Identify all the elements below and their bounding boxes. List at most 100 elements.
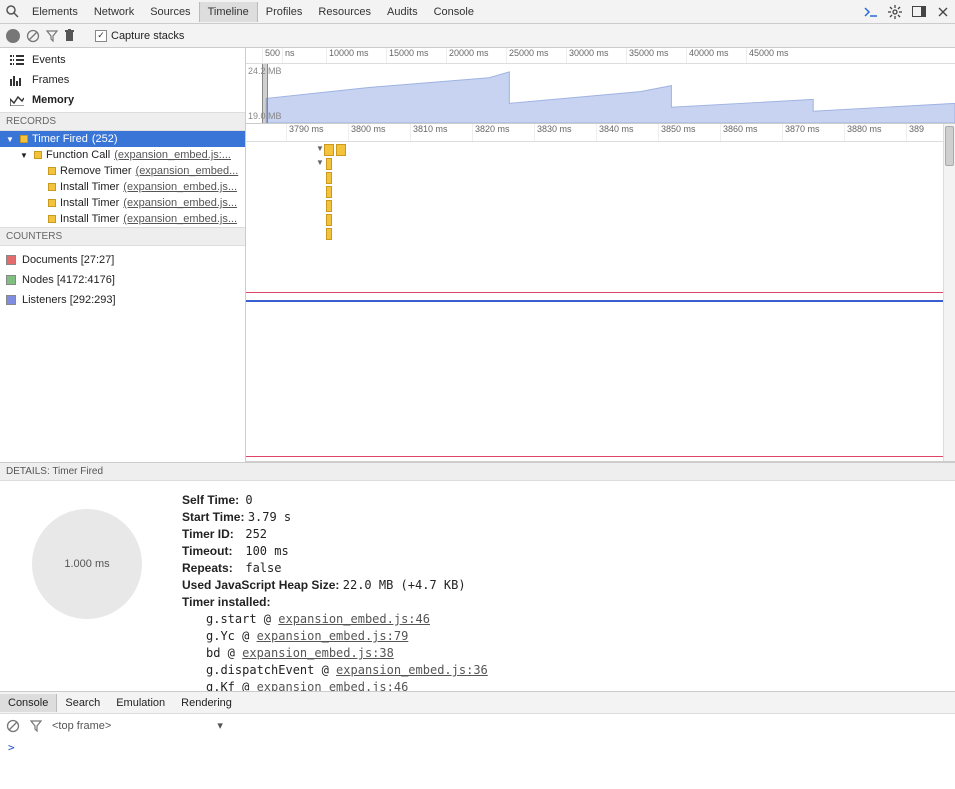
view-events[interactable]: Events [0, 50, 245, 70]
tab-network[interactable]: Network [86, 2, 142, 22]
stack-source-link[interactable]: expansion_embed.js:46 [257, 680, 409, 691]
start-time-label: Start Time: [182, 510, 244, 524]
details-header: DETAILS: Timer Fired [0, 463, 955, 481]
heap-label: Used JavaScript Heap Size: [182, 578, 339, 592]
record-label: Install Timer [60, 197, 119, 209]
overview-strip[interactable]: 500ns10000 ms15000 ms20000 ms25000 ms300… [246, 48, 955, 124]
record-button[interactable] [6, 29, 20, 43]
record-source-link[interactable]: (expansion_embed.js:... [114, 149, 231, 161]
counters-list: Documents [27:27] Nodes [4172:4176] Listen… [0, 246, 245, 314]
memory-view-icon [10, 95, 24, 106]
counter-swatch-icon [6, 255, 16, 265]
timer-id-label: Timer ID: [182, 527, 242, 541]
tab-resources[interactable]: Resources [310, 2, 379, 22]
record-row[interactable]: Install Timer (expansion_embed.js... [0, 195, 245, 211]
flame-ruler: 3790 ms3800 ms3810 ms3820 ms3830 ms3840 … [246, 124, 943, 142]
tab-console[interactable]: Console [426, 2, 482, 22]
counter-row[interactable]: Listeners [292:293] [6, 290, 239, 310]
record-row[interactable]: ▼Timer Fired (252) [0, 131, 245, 147]
stack-source-link[interactable]: expansion_embed.js:79 [257, 629, 409, 643]
drawer-tab-emulation[interactable]: Emulation [108, 694, 173, 712]
drawer-tab-search[interactable]: Search [57, 694, 108, 712]
record-row[interactable]: Remove Timer (expansion_embed... [0, 163, 245, 179]
tree-toggle-icon[interactable]: ▼ [20, 151, 30, 160]
garbage-collect-icon[interactable] [64, 29, 75, 42]
view-memory[interactable]: Memory [0, 90, 245, 110]
left-sidebar: EventsFramesMemory RECORDS ▼Timer Fired … [0, 48, 246, 462]
view-frames[interactable]: Frames [0, 70, 245, 90]
dock-side-icon[interactable] [907, 0, 931, 24]
filter-icon[interactable] [46, 30, 58, 42]
view-label: Events [32, 54, 66, 66]
counter-label: Nodes [4172:4176] [22, 274, 115, 286]
frames-view-icon [10, 75, 24, 86]
tab-sources[interactable]: Sources [142, 2, 198, 22]
frame-selector-label: <top frame> [52, 720, 111, 732]
memory-overview-chart: 24.2 MB 19.0 MB [246, 64, 955, 123]
counters-header: COUNTERS [0, 227, 245, 246]
clear-console-icon[interactable] [6, 719, 20, 733]
ruler-tick: 10000 ms [326, 48, 369, 63]
event-marker-icon [48, 215, 56, 223]
record-source-link[interactable]: (expansion_embed.js... [123, 181, 237, 193]
devtools-main-toolbar: ElementsNetworkSourcesTimelineProfilesRe… [0, 0, 955, 24]
timer-id-value: 252 [245, 527, 267, 541]
counter-row[interactable]: Nodes [4172:4176] [6, 270, 239, 290]
flame-chart[interactable]: ▼ ▼ [246, 142, 943, 461]
vertical-scrollbar[interactable] [943, 124, 955, 461]
clear-icon[interactable] [26, 29, 40, 43]
pie-label: 1.000 ms [64, 558, 109, 570]
close-icon[interactable] [931, 0, 955, 24]
search-icon[interactable] [0, 0, 24, 24]
ruler-tick: 40000 ms [686, 48, 729, 63]
ruler-tick: 3830 ms [534, 124, 572, 141]
console-toolbar: <top frame> ▾ [0, 713, 955, 737]
ruler-tick: 3850 ms [658, 124, 696, 141]
frame-selector[interactable]: <top frame> ▾ [52, 719, 223, 732]
ruler-tick: 389 [906, 124, 924, 141]
toggle-console-icon[interactable] [859, 0, 883, 24]
record-row[interactable]: ▼Function Call (expansion_embed.js:... [0, 147, 245, 163]
stack-frame: g.start @ expansion_embed.js:46 [206, 612, 488, 626]
tab-timeline[interactable]: Timeline [199, 2, 258, 22]
timeout-value: 100 ms [245, 544, 288, 558]
event-marker-icon [34, 151, 42, 159]
ruler-tick: 3820 ms [472, 124, 510, 141]
tab-profiles[interactable]: Profiles [258, 2, 311, 22]
tab-elements[interactable]: Elements [24, 2, 86, 22]
stack-source-link[interactable]: expansion_embed.js:36 [336, 663, 488, 677]
counter-row[interactable]: Documents [27:27] [6, 250, 239, 270]
record-source-link[interactable]: (expansion_embed... [136, 165, 239, 177]
record-row[interactable]: Install Timer (expansion_embed.js... [0, 211, 245, 227]
console-prompt[interactable]: > [0, 737, 955, 758]
overview-window-handle[interactable] [262, 64, 268, 123]
event-marker-icon [20, 135, 28, 143]
settings-gear-icon[interactable] [883, 0, 907, 24]
ruler-tick: 20000 ms [446, 48, 489, 63]
view-mode-list: Events FramesMemory [0, 48, 245, 112]
record-label: Remove Timer [60, 165, 132, 177]
tree-toggle-icon[interactable]: ▼ [6, 135, 16, 144]
ruler-tick: 3870 ms [782, 124, 820, 141]
drawer-tab-console[interactable]: Console [0, 694, 57, 712]
stack-source-link[interactable]: expansion_embed.js:38 [242, 646, 394, 660]
capture-stacks-checkbox[interactable]: ✓ Capture stacks [95, 30, 184, 42]
events-view-icon [10, 55, 24, 65]
repeats-value: false [245, 561, 281, 575]
record-source-link[interactable]: (expansion_embed.js... [123, 213, 237, 225]
self-time-label: Self Time: [182, 493, 242, 507]
console-filter-icon[interactable] [30, 720, 42, 732]
record-row[interactable]: Install Timer (expansion_embed.js... [0, 179, 245, 195]
stack-label: Timer installed: [182, 595, 270, 609]
tab-audits[interactable]: Audits [379, 2, 426, 22]
ruler-tick: 3790 ms [286, 124, 324, 141]
scrollbar-thumb[interactable] [945, 126, 954, 166]
stack-source-link[interactable]: expansion_embed.js:46 [278, 612, 430, 626]
ruler-tick: 15000 ms [386, 48, 429, 63]
ruler-tick: 35000 ms [626, 48, 669, 63]
drawer-tab-rendering[interactable]: Rendering [173, 694, 240, 712]
stack-frame: bd @ expansion_embed.js:38 [206, 646, 488, 660]
record-source-link[interactable]: (expansion_embed.js... [123, 197, 237, 209]
ruler-tick: 3840 ms [596, 124, 634, 141]
start-time-value: 3.79 s [248, 510, 291, 524]
